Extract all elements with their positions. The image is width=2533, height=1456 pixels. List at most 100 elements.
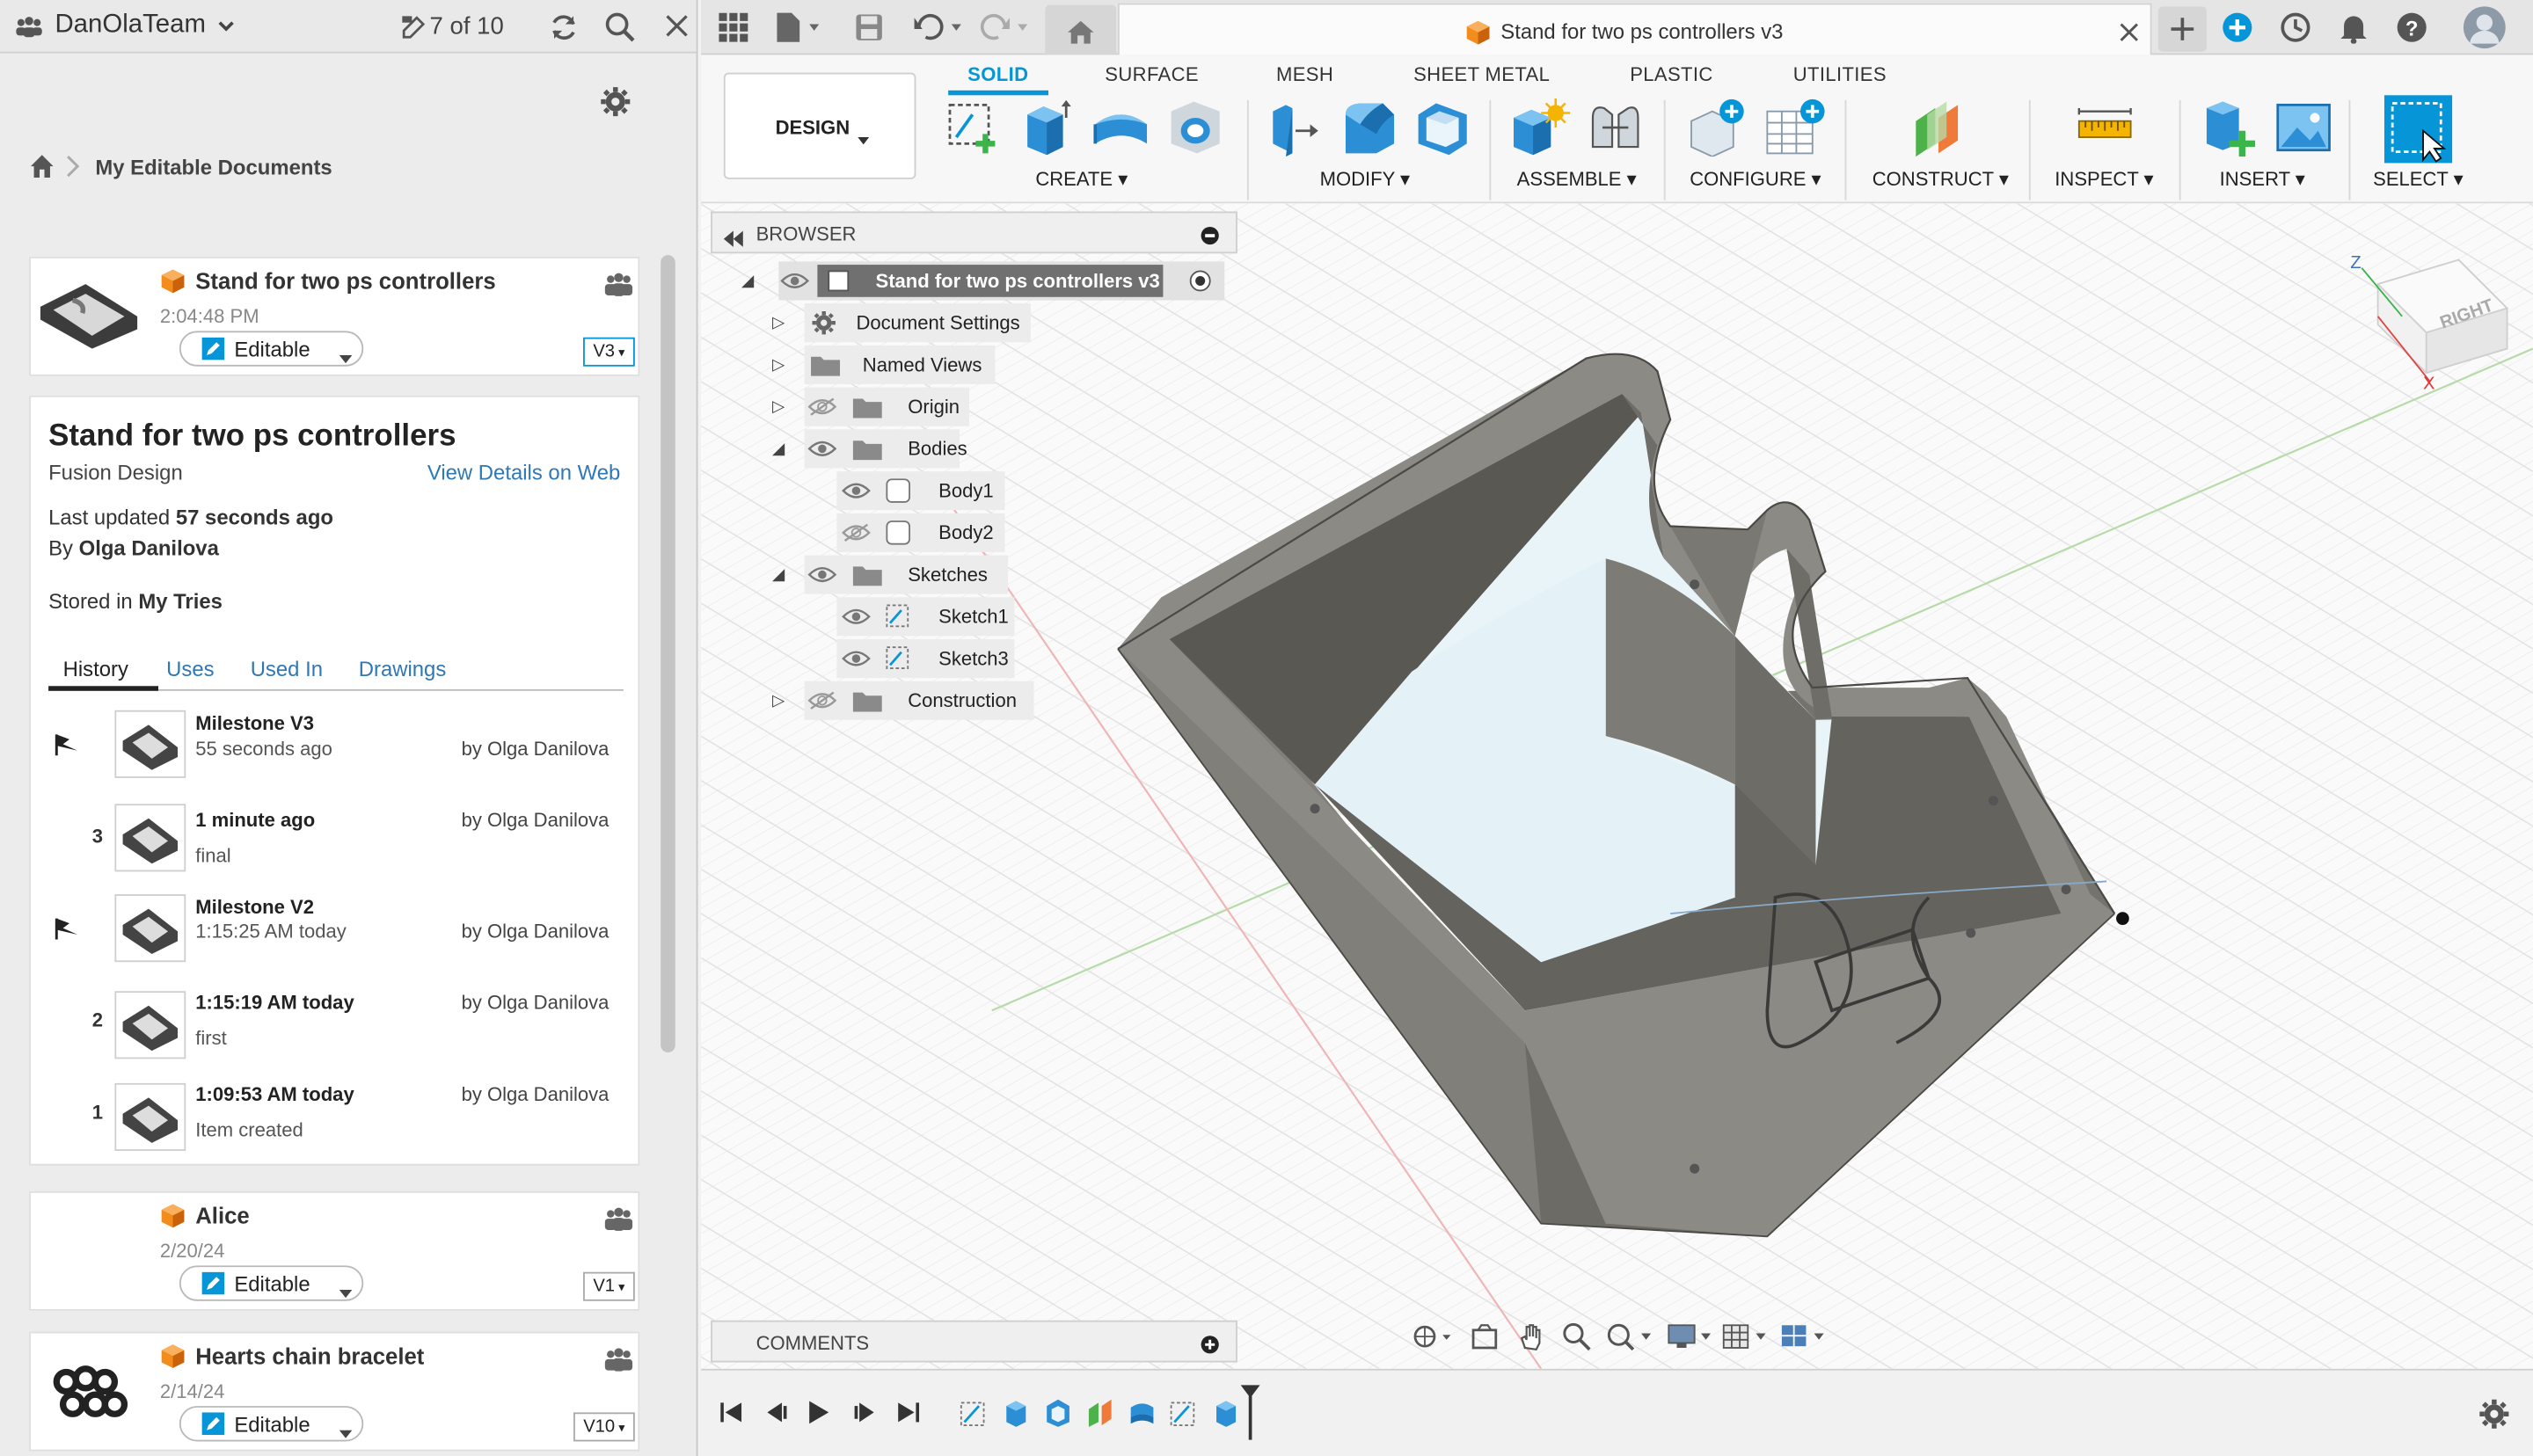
- panel-scrollbar[interactable]: [661, 255, 675, 1053]
- look-at-icon[interactable]: [1471, 1323, 1498, 1358]
- configuration-table-icon[interactable]: [1764, 98, 1825, 157]
- configure-menu[interactable]: CONFIGURE ▾: [1690, 168, 1821, 191]
- tree-root[interactable]: Stand for two ps controllers v3: [778, 261, 1225, 301]
- eye-icon[interactable]: [842, 649, 871, 673]
- save-icon[interactable]: [855, 13, 884, 50]
- settings-gear-icon[interactable]: [599, 85, 631, 126]
- timeline-shell-icon[interactable]: [1044, 1398, 1073, 1435]
- history-row[interactable]: 3 1 minute ago final by Olga Danilova: [31, 797, 629, 888]
- share-people-icon[interactable]: [602, 1346, 635, 1380]
- timeline-plane-icon[interactable]: [1085, 1398, 1114, 1435]
- redo-icon[interactable]: [979, 11, 1033, 52]
- tab-uses[interactable]: Uses: [166, 657, 214, 681]
- file-menu-icon[interactable]: [776, 11, 824, 52]
- extrude-icon[interactable]: [1018, 98, 1076, 157]
- collapsed-arrow-icon[interactable]: ▷: [772, 693, 785, 710]
- tree-item-bodies[interactable]: Bodies: [804, 429, 967, 469]
- share-people-icon[interactable]: [602, 271, 635, 305]
- search-icon[interactable]: [604, 11, 637, 52]
- tab-drawings[interactable]: Drawings: [359, 657, 447, 681]
- comments-panel[interactable]: COMMENTS: [711, 1320, 1237, 1363]
- editable-dropdown[interactable]: Editable: [179, 331, 364, 367]
- tree-item-document-settings[interactable]: Document Settings: [804, 303, 1031, 343]
- zoom-icon[interactable]: [1562, 1322, 1591, 1359]
- history-row[interactable]: Milestone V2 1:15:25 AM today by Olga Da…: [31, 888, 629, 979]
- eye-icon[interactable]: [807, 439, 837, 463]
- tree-item-construction[interactable]: Construction: [804, 681, 1034, 720]
- timeline-marker[interactable]: [1240, 1385, 1260, 1451]
- timeline-extrude-icon[interactable]: [1212, 1398, 1241, 1435]
- collapsed-arrow-icon[interactable]: ▷: [772, 315, 785, 332]
- shell-icon[interactable]: [1413, 98, 1471, 157]
- document-tab[interactable]: Stand for two ps controllers v3: [1117, 3, 2152, 55]
- tree-item-sketch1[interactable]: Sketch1: [836, 597, 1015, 637]
- add-tab-button[interactable]: [2157, 6, 2207, 52]
- measure-icon[interactable]: [2076, 98, 2134, 157]
- select-tool-icon[interactable]: [2383, 95, 2453, 164]
- select-menu[interactable]: SELECT ▾: [2373, 168, 2464, 191]
- timeline-settings-gear-icon[interactable]: [2478, 1398, 2510, 1438]
- file-name[interactable]: Hearts chain bracelet: [195, 1343, 424, 1368]
- version-select[interactable]: V1 ▾: [583, 1271, 635, 1301]
- tree-item-body1[interactable]: Body1: [836, 471, 1005, 511]
- step-forward-icon[interactable]: [853, 1401, 876, 1432]
- share-people-icon[interactable]: [602, 1205, 635, 1240]
- tree-item-sketch3[interactable]: Sketch3: [836, 639, 1015, 679]
- insert-menu[interactable]: INSERT ▾: [2220, 168, 2305, 191]
- breadcrumb-folder[interactable]: My Editable Documents: [95, 155, 332, 179]
- team-name[interactable]: DanOlaTeam: [55, 11, 206, 40]
- job-status-icon[interactable]: [2280, 11, 2312, 52]
- timeline-sketch-icon[interactable]: [960, 1398, 989, 1435]
- eye-hidden-icon[interactable]: [807, 691, 837, 716]
- home-icon[interactable]: [29, 153, 55, 187]
- viewports-icon[interactable]: [1780, 1323, 1829, 1358]
- comments-expand-icon[interactable]: [1201, 1333, 1220, 1362]
- construct-menu[interactable]: CONSTRUCT ▾: [1872, 168, 2009, 191]
- history-row[interactable]: Milestone V3 55 seconds ago by Olga Dani…: [31, 703, 629, 794]
- tab-sheet-metal[interactable]: SHEET METAL: [1413, 63, 1550, 86]
- file-card[interactable]: Hearts chain bracelet 2/14/24 Editable V…: [29, 1331, 640, 1452]
- fit-icon[interactable]: [1606, 1322, 1658, 1359]
- user-avatar[interactable]: [2462, 5, 2507, 59]
- assemble-menu[interactable]: ASSEMBLE ▾: [1517, 168, 1637, 191]
- collapse-panel-icon[interactable]: [723, 226, 743, 255]
- history-row[interactable]: 2 1:15:19 AM today first by Olga Danilov…: [31, 979, 629, 1069]
- tree-item-body2[interactable]: Body2: [836, 513, 1005, 552]
- refresh-icon[interactable]: [548, 11, 580, 52]
- configure-design-icon[interactable]: [1687, 98, 1745, 158]
- joint-icon[interactable]: [1587, 98, 1645, 157]
- create-sketch-icon[interactable]: [944, 98, 1002, 157]
- step-back-icon[interactable]: [766, 1401, 789, 1432]
- notifications-bell-icon[interactable]: [2340, 11, 2369, 52]
- grid-menu-icon[interactable]: [719, 12, 748, 50]
- team-icon[interactable]: [15, 15, 44, 49]
- offset-plane-icon[interactable]: [1909, 98, 1967, 157]
- tree-item-origin[interactable]: Origin: [804, 387, 970, 426]
- insert-canvas-icon[interactable]: [2274, 98, 2332, 157]
- timeline-body-icon[interactable]: [1128, 1398, 1157, 1435]
- file-card[interactable]: Alice 2/20/24 Editable V1 ▾: [29, 1190, 640, 1311]
- undo-icon[interactable]: [913, 11, 967, 52]
- tab-history[interactable]: History: [63, 657, 128, 681]
- tab-utilities[interactable]: UTILITIES: [1793, 63, 1887, 86]
- home-tab[interactable]: [1045, 4, 1117, 55]
- tab-surface[interactable]: SURFACE: [1105, 63, 1199, 86]
- eye-icon[interactable]: [842, 607, 871, 631]
- file-name[interactable]: Alice: [195, 1203, 249, 1228]
- grid-settings-icon[interactable]: [1722, 1323, 1770, 1358]
- editable-dropdown[interactable]: Editable: [179, 1406, 364, 1442]
- timeline-extrude-icon[interactable]: [1002, 1398, 1031, 1435]
- workspace-switcher[interactable]: DESIGN: [723, 72, 916, 179]
- tab-mesh[interactable]: MESH: [1276, 63, 1333, 86]
- close-tab-icon[interactable]: [2120, 21, 2139, 50]
- tab-used-in[interactable]: Used In: [251, 657, 323, 681]
- file-name[interactable]: Stand for two ps controllers: [195, 268, 495, 294]
- eye-icon[interactable]: [842, 481, 871, 506]
- history-row[interactable]: 1 1:09:53 AM today Item created by Olga …: [31, 1070, 629, 1161]
- modify-menu[interactable]: MODIFY ▾: [1320, 168, 1411, 191]
- extensions-icon[interactable]: [2221, 11, 2253, 52]
- version-select[interactable]: V10 ▾: [573, 1412, 635, 1442]
- create-menu[interactable]: CREATE ▾: [1035, 168, 1128, 191]
- tree-item-sketches[interactable]: Sketches: [804, 555, 1009, 594]
- go-to-start-icon[interactable]: [720, 1401, 743, 1432]
